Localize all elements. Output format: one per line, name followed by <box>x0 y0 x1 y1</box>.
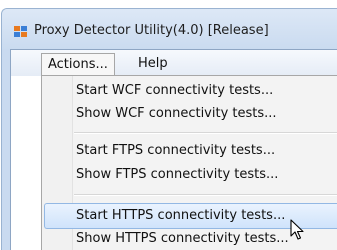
menu-item-show-ftps[interactable]: Show FTPS connectivity tests... <box>76 163 278 187</box>
menu-help[interactable]: Help <box>132 53 174 74</box>
screenshot-background: Proxy Detector Utility(4.0) [Release] Ac… <box>0 0 337 250</box>
window-title: Proxy Detector Utility(4.0) [Release] <box>34 23 269 38</box>
menu-separator <box>74 194 337 196</box>
title-bar[interactable]: Proxy Detector Utility(4.0) [Release] <box>2 9 337 49</box>
app-icon <box>14 26 28 38</box>
menu-bar: Actions... Help <box>11 50 337 76</box>
menu-separator <box>74 132 337 134</box>
app-window: Proxy Detector Utility(4.0) [Release] Ac… <box>1 8 337 250</box>
menu-item-show-wcf[interactable]: Show WCF connectivity tests... <box>76 102 277 126</box>
menu-item-start-https[interactable]: Start HTTPS connectivity tests... <box>76 204 285 228</box>
menu-item-show-https[interactable]: Show HTTPS connectivity tests... <box>76 227 289 250</box>
menu-item-start-wcf[interactable]: Start WCF connectivity tests... <box>76 79 273 103</box>
menu-actions[interactable]: Actions... <box>41 53 115 76</box>
window-content: Actions... Help Start WCF connectivity t… <box>10 49 337 250</box>
mouse-pointer-icon <box>290 219 304 240</box>
menu-item-start-ftps[interactable]: Start FTPS connectivity tests... <box>76 139 275 163</box>
